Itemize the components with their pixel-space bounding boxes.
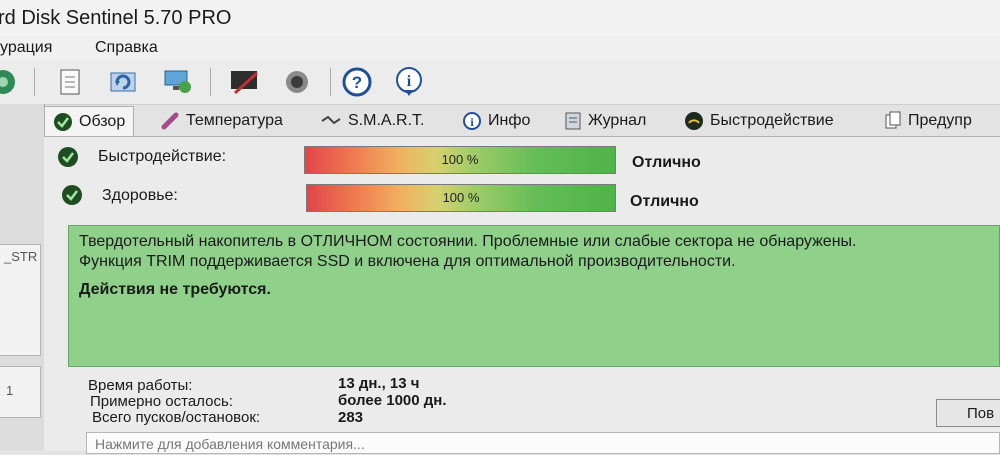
- message-line: Твердотельный накопитель в ОТЛИЧНОМ сост…: [79, 233, 857, 250]
- message-action: Действия не требуются.: [79, 281, 271, 298]
- window-title: rd Disk Sentinel 5.70 PRO: [0, 7, 232, 29]
- tab-info[interactable]: i Инфо: [462, 108, 530, 134]
- disk-list-item[interactable]: _STR: [0, 244, 41, 356]
- tab-bar: Обзор Температура S.M.A.R.T. i Инфо Журн…: [44, 106, 1000, 137]
- performance-label: Быстродействие:: [98, 148, 227, 165]
- disk-item-label: _STR: [4, 249, 38, 264]
- tab-journal[interactable]: Журнал: [564, 108, 646, 134]
- status-message-box: Твердотельный накопитель в ОТЛИЧНОМ сост…: [68, 225, 1000, 367]
- gauge-icon: [684, 111, 704, 131]
- health-value: 100 %: [442, 190, 480, 205]
- info-icon: i: [462, 111, 482, 131]
- menu-configuration[interactable]: урация: [0, 36, 52, 60]
- refresh-icon[interactable]: [106, 66, 140, 98]
- disk-list-panel: _STR 1: [0, 104, 45, 450]
- menu-bar: урация Справка: [0, 36, 1000, 60]
- toolbar: ? i: [0, 60, 1000, 105]
- copy-icon: [884, 111, 902, 131]
- svg-text:i: i: [407, 73, 412, 90]
- message-line: Функция TRIM поддерживается SSD и включе…: [79, 253, 736, 270]
- stat-value: более 1000 дн.: [338, 392, 447, 409]
- stat-value: 13 дн., 13 ч: [338, 375, 420, 392]
- thermometer-icon: [160, 111, 180, 131]
- tab-label: Обзор: [79, 113, 126, 130]
- report-icon[interactable]: [53, 66, 87, 98]
- help-icon[interactable]: ?: [340, 66, 374, 98]
- check-icon: [53, 112, 73, 132]
- edit-icon[interactable]: [228, 66, 262, 98]
- disk-list-item[interactable]: 1: [0, 366, 41, 418]
- tab-label: Журнал: [588, 112, 647, 129]
- stat-value: 283: [338, 409, 364, 426]
- tab-warnings[interactable]: Предупр: [884, 108, 972, 134]
- tab-overview[interactable]: Обзор: [44, 106, 135, 137]
- menu-help[interactable]: Справка: [95, 36, 158, 60]
- tab-temperature[interactable]: Температура: [160, 108, 283, 134]
- health-verdict: Отлично: [630, 193, 699, 210]
- stat-label: Всего пусков/остановок:: [92, 409, 261, 426]
- tab-label: Температура: [186, 112, 283, 129]
- speaker-icon[interactable]: [280, 66, 314, 98]
- health-bar: 100 %: [306, 184, 616, 212]
- tab-label: Предупр: [908, 112, 972, 129]
- network-icon[interactable]: [160, 66, 194, 98]
- toolbar-separator: [330, 68, 331, 96]
- status-ok-icon: [58, 147, 78, 167]
- disk-item-label: 1: [6, 383, 14, 398]
- tab-label: Быстродействие: [710, 112, 834, 129]
- performance-verdict: Отлично: [632, 154, 701, 171]
- stat-label: Время работы:: [88, 377, 193, 394]
- performance-bar: 100 %: [304, 146, 616, 174]
- svg-text:?: ?: [352, 73, 362, 92]
- toolbar-separator: [210, 68, 211, 96]
- button-label: Пов: [967, 405, 995, 422]
- health-label: Здоровье:: [102, 187, 178, 204]
- disk-icon[interactable]: [0, 66, 20, 98]
- smart-icon: [320, 111, 342, 131]
- info-icon[interactable]: i: [392, 66, 426, 98]
- title-bar: rd Disk Sentinel 5.70 PRO: [0, 0, 1000, 36]
- stat-label: Примерно осталось:: [90, 393, 233, 410]
- journal-icon: [564, 111, 582, 131]
- toolbar-separator: [34, 68, 35, 96]
- tab-label: S.M.A.R.T.: [348, 112, 425, 129]
- tab-smart[interactable]: S.M.A.R.T.: [320, 108, 424, 134]
- tab-label: Инфо: [488, 112, 531, 129]
- tab-performance[interactable]: Быстродействие: [684, 108, 834, 134]
- repeat-test-button[interactable]: Пов: [936, 399, 1000, 427]
- performance-value: 100 %: [441, 152, 479, 167]
- comment-input[interactable]: Нажмите для добавления комментария...: [86, 432, 1000, 454]
- status-ok-icon: [62, 185, 82, 205]
